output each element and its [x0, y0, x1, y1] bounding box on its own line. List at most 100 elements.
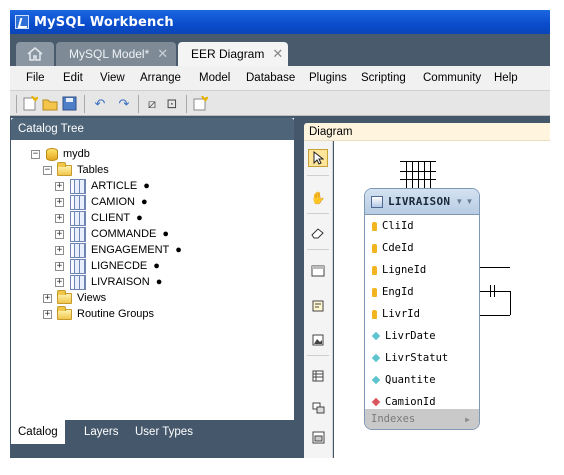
column-name: LivrStatut	[385, 352, 449, 364]
relationship-line	[424, 161, 425, 189]
tree-node-table[interactable]: + COMMANDE ●	[55, 226, 169, 242]
save-model-icon[interactable]	[62, 96, 78, 111]
entity-column[interactable]: CdeId	[365, 237, 479, 259]
entity-column[interactable]: LigneId	[365, 259, 479, 281]
tree-node-table[interactable]: + CLIENT ●	[55, 210, 143, 226]
folder-icon	[57, 305, 72, 320]
table-name: CAMION	[91, 196, 135, 208]
tree-node-table[interactable]: + ENGAGEMENT ●	[55, 242, 182, 258]
tab-layers[interactable]: Layers	[77, 420, 125, 444]
expand-icon[interactable]: +	[43, 293, 52, 303]
column-name: CamionId	[385, 396, 436, 408]
expand-icon[interactable]: +	[55, 229, 64, 239]
pointer-tool-icon[interactable]	[308, 149, 328, 167]
table-tool-icon[interactable]	[308, 367, 328, 385]
column-icon	[371, 353, 381, 363]
entity-column[interactable]: Quantite	[365, 369, 479, 391]
expand-icon[interactable]: +	[55, 213, 64, 223]
entity-column[interactable]: EngId	[365, 281, 479, 303]
tree-node-table[interactable]: + ARTICLE ●	[55, 178, 150, 194]
primary-key-icon	[372, 309, 377, 319]
table-name: ARTICLE	[91, 180, 138, 192]
view-tool-icon[interactable]	[308, 399, 328, 417]
menu-community[interactable]: Community	[423, 72, 481, 84]
entity-column[interactable]: LivrId	[365, 303, 479, 325]
open-model-icon[interactable]	[42, 96, 58, 111]
expand-icon[interactable]: +	[55, 277, 64, 287]
routine-group-tool-icon[interactable]	[308, 428, 328, 446]
hand-tool-icon[interactable]: ✋	[308, 189, 328, 207]
tab-eer-diagram[interactable]: EER Diagram ✕	[178, 42, 288, 66]
home-tab[interactable]	[16, 42, 54, 66]
entity-title: LIVRAISON	[388, 195, 451, 208]
column-name: CliId	[382, 220, 414, 232]
tree-node-routine-groups[interactable]: + Routine Groups	[43, 305, 155, 322]
close-icon[interactable]: ✕	[272, 46, 283, 62]
eraser-tool-icon[interactable]	[308, 225, 328, 243]
menu-database[interactable]: Database	[246, 72, 295, 84]
relationship-line	[480, 291, 510, 292]
entity-column[interactable]: LivrDate	[365, 325, 479, 347]
new-model-icon[interactable]	[22, 96, 38, 111]
entity-livraison[interactable]: LIVRAISON ▼ ▼ CliId CdeId LigneId EngId …	[364, 188, 480, 430]
tables-label: Tables	[77, 164, 109, 176]
close-icon[interactable]: ✕	[157, 46, 168, 62]
diagram-canvas[interactable]: LIVRAISON ▼ ▼ CliId CdeId LigneId EngId …	[334, 141, 550, 458]
tree-node-schema[interactable]: − mydb	[31, 146, 90, 162]
tree-node-table[interactable]: + LIVRAISON ●	[55, 274, 162, 290]
tab-mysql-model[interactable]: MySQL Model* ✕	[56, 42, 176, 66]
image-tool-icon[interactable]	[308, 331, 328, 349]
column-name: LigneId	[382, 264, 427, 276]
tree-node-table[interactable]: + LIGNECDE ●	[55, 258, 160, 274]
toggle-grid-icon[interactable]: ⧄	[144, 96, 160, 111]
menu-arrange[interactable]: Arrange	[140, 72, 181, 84]
tree-node-views[interactable]: + Views	[43, 289, 106, 306]
tree-node-tables[interactable]: − Tables	[43, 161, 109, 178]
collapse-arrows-icon[interactable]: ▼ ▼	[455, 197, 473, 206]
tab-catalog[interactable]: Catalog	[11, 420, 65, 444]
expand-icon[interactable]: +	[55, 261, 64, 271]
tab-label: EER Diagram	[191, 47, 265, 61]
relationship-line	[480, 315, 510, 316]
column-name: CdeId	[382, 242, 414, 254]
window-title: MySQL Workbench	[34, 14, 174, 30]
table-name: LIVRAISON	[91, 276, 150, 288]
menu-edit[interactable]: Edit	[63, 72, 83, 84]
expand-icon[interactable]: +	[55, 197, 64, 207]
entity-column[interactable]: CliId	[365, 215, 479, 237]
undo-icon[interactable]: ↶	[92, 96, 108, 111]
menu-file[interactable]: File	[26, 72, 45, 84]
new-diagram-icon[interactable]	[192, 96, 208, 111]
title-bar: MySQL Workbench	[10, 10, 550, 34]
menu-scripting[interactable]: Scripting	[361, 72, 406, 84]
entity-header[interactable]: LIVRAISON ▼ ▼	[365, 189, 479, 215]
layer-tool-icon[interactable]	[308, 262, 328, 280]
menu-help[interactable]: Help	[494, 72, 518, 84]
note-tool-icon[interactable]	[308, 297, 328, 315]
menu-view[interactable]: View	[100, 72, 125, 84]
menu-plugins[interactable]: Plugins	[309, 72, 347, 84]
relationship-line	[480, 267, 510, 268]
expand-icon[interactable]: +	[43, 309, 52, 319]
tab-user-types[interactable]: User Types	[128, 420, 199, 444]
table-icon	[70, 242, 86, 258]
collapse-icon[interactable]: −	[43, 165, 52, 175]
table-name: ENGAGEMENT	[91, 244, 170, 256]
entity-indexes-section[interactable]: Indexes ▶	[365, 409, 479, 429]
tree-node-table[interactable]: + CAMION ●	[55, 194, 148, 210]
expand-arrow-icon[interactable]: ▶	[465, 415, 470, 424]
modified-marker: ●	[141, 196, 148, 208]
toggle-page-icon[interactable]: ⊡	[164, 96, 180, 111]
collapse-icon[interactable]: −	[31, 149, 40, 159]
expand-icon[interactable]: +	[55, 181, 64, 191]
relationship-line	[412, 161, 413, 189]
redo-icon[interactable]: ↷	[116, 96, 132, 111]
column-name: LivrId	[382, 308, 420, 320]
entity-column[interactable]: LivrStatut	[365, 347, 479, 369]
menu-model[interactable]: Model	[199, 72, 230, 84]
database-icon	[46, 147, 58, 161]
tab-bar: MySQL Model* ✕ EER Diagram ✕	[10, 34, 550, 70]
table-icon	[70, 226, 86, 242]
routine-groups-label: Routine Groups	[77, 308, 155, 320]
expand-icon[interactable]: +	[55, 245, 64, 255]
